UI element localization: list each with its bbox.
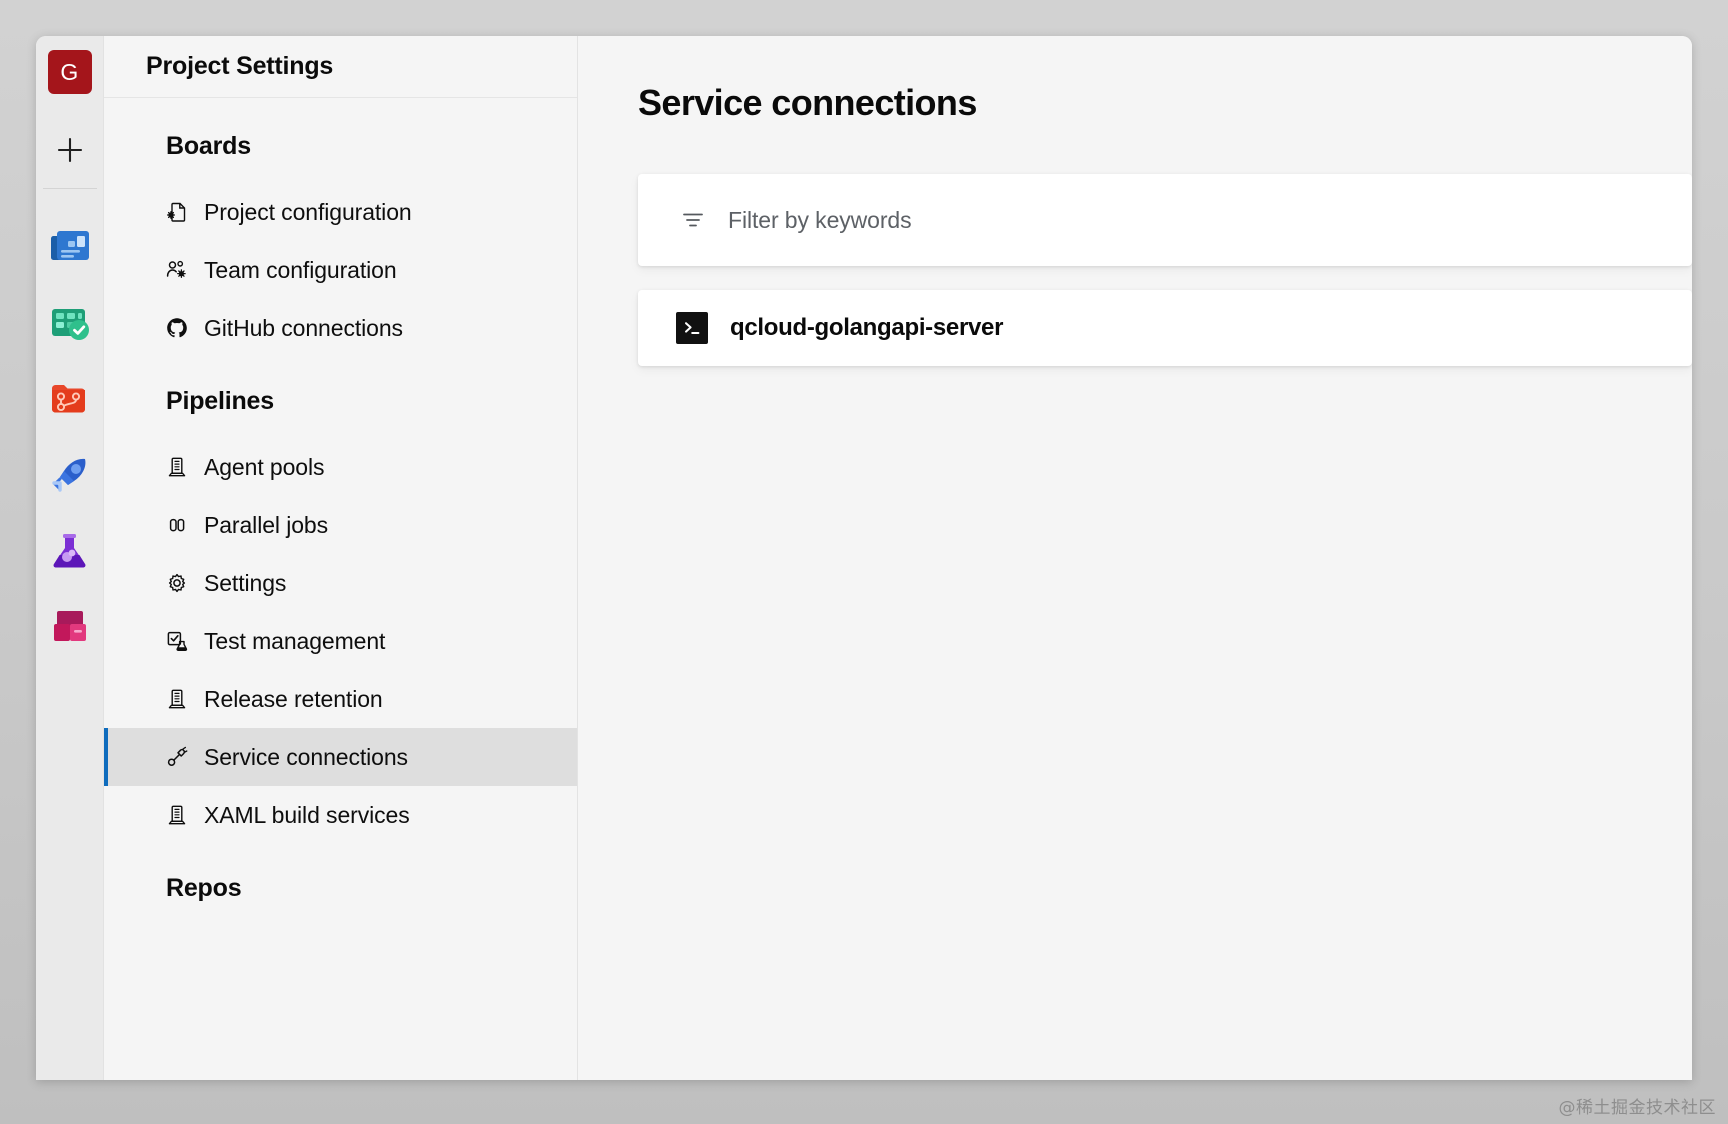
- sidebar-item-label: Test management: [204, 627, 386, 654]
- sidebar-item-release-retention[interactable]: Release retention: [104, 670, 577, 728]
- rail-item-test-plans[interactable]: [46, 527, 94, 575]
- parallel-bars-icon: [166, 514, 192, 536]
- page-title: Service connections: [638, 82, 977, 123]
- rail-item-pipelines[interactable]: [46, 451, 94, 499]
- sidebar-item-label: Release retention: [204, 685, 383, 712]
- overview-icon: [47, 224, 93, 270]
- filter-icon: [680, 207, 706, 233]
- sidebar-item-service-connections[interactable]: Service connections: [104, 728, 577, 786]
- rail-item-boards[interactable]: [46, 299, 94, 347]
- rail-item-overview[interactable]: [46, 223, 94, 271]
- github-icon: [166, 317, 192, 339]
- filter-bar[interactable]: Filter by keywords: [638, 174, 1692, 266]
- service-connection-name: qcloud-golangapi-server: [730, 314, 1004, 341]
- sidebar-item-label: Parallel jobs: [204, 511, 328, 538]
- sidebar-item-label: Agent pools: [204, 453, 325, 480]
- sidebar-item-team-configuration[interactable]: Team configuration: [104, 241, 577, 299]
- sidebar-item-parallel-jobs[interactable]: Parallel jobs: [104, 496, 577, 554]
- nav-group-title: Pipelines: [166, 387, 274, 415]
- nav-header-title: Project Settings: [146, 52, 334, 80]
- artifacts-icon: [47, 604, 93, 650]
- server-icon: [166, 456, 192, 478]
- server-icon: [166, 804, 192, 826]
- nav-group-pipelines: Pipelines Agent pools Parallel jobs Sett…: [104, 387, 577, 844]
- avatar[interactable]: G: [47, 50, 92, 94]
- main-content: Service connections Filter by keywords q…: [578, 36, 1692, 1080]
- pipelines-icon: [47, 452, 93, 498]
- settings-nav-panel: Project Settings Boards Project configur…: [104, 36, 578, 1080]
- rail-item-artifacts[interactable]: [46, 603, 94, 651]
- boards-icon: [47, 300, 93, 346]
- search-input[interactable]: Filter by keywords: [728, 207, 912, 234]
- plug-link-icon: [166, 746, 192, 768]
- sidebar-item-label: Service connections: [204, 743, 408, 770]
- rail-divider: [42, 188, 97, 189]
- sidebar-item-agent-pools[interactable]: Agent pools: [104, 438, 577, 496]
- plus-icon[interactable]: [48, 128, 92, 172]
- watermark: @稀土掘金技术社区: [1558, 1098, 1716, 1118]
- sidebar-item-test-management[interactable]: Test management: [104, 612, 577, 670]
- screenshot-backdrop: G Project Settings Boards Project config…: [0, 0, 1728, 1124]
- sidebar-item-label: Team configuration: [204, 256, 397, 283]
- sidebar-item-xaml-build-services[interactable]: XAML build services: [104, 786, 577, 844]
- gear-icon: [166, 572, 192, 594]
- sidebar-item-label: Settings: [204, 569, 287, 596]
- nav-header: Project Settings: [104, 36, 577, 98]
- sidebar-item-label: GitHub connections: [204, 314, 403, 341]
- rail-item-repos[interactable]: [46, 375, 94, 423]
- repos-icon: [47, 376, 93, 422]
- nav-body: Boards Project configuration Team config…: [104, 98, 577, 1080]
- sidebar-item-settings[interactable]: Settings: [104, 554, 577, 612]
- terminal-icon: [676, 312, 708, 344]
- nav-group-repos: Repos: [104, 874, 577, 903]
- nav-group-boards: Boards Project configuration Team config…: [104, 132, 577, 357]
- app-window: G Project Settings Boards Project config…: [36, 36, 1692, 1080]
- test-beaker-check-icon: [166, 630, 192, 652]
- service-connection-row[interactable]: qcloud-golangapi-server: [638, 290, 1692, 366]
- server-icon: [166, 688, 192, 710]
- sidebar-item-label: XAML build services: [204, 801, 410, 828]
- sidebar-item-github-connections[interactable]: GitHub connections: [104, 299, 577, 357]
- nav-group-title: Boards: [166, 132, 251, 160]
- sidebar-item-label: Project configuration: [204, 198, 412, 225]
- test-plans-icon: [47, 528, 93, 574]
- file-gear-icon: [166, 201, 192, 223]
- nav-group-title: Repos: [166, 874, 242, 902]
- product-rail: G: [36, 36, 104, 1080]
- people-gear-icon: [166, 259, 192, 281]
- sidebar-item-project-configuration[interactable]: Project configuration: [104, 183, 577, 241]
